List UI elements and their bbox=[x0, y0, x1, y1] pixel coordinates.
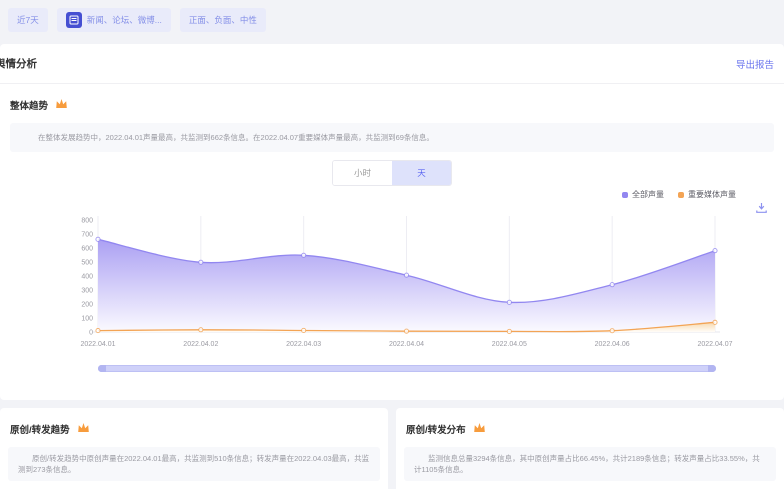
filter-chip-time-range[interactable]: 近7天 bbox=[8, 8, 48, 32]
legend-marker bbox=[622, 192, 628, 198]
filter-chip-sentiment-label: 正面、负面、中性 bbox=[189, 14, 257, 26]
crown-icon bbox=[77, 420, 90, 438]
origin-repost-distribution-title: 原创/转发分布 bbox=[406, 422, 466, 436]
origin-repost-trend-summary: 原创/转发趋势中原创声量在2022.04.01最高，共监测到510条信息；转发声… bbox=[8, 447, 380, 481]
datazoom-left-handle[interactable] bbox=[98, 365, 106, 372]
granularity-toggle: 小时 天 bbox=[332, 160, 452, 186]
svg-text:2022.04.01: 2022.04.01 bbox=[80, 341, 115, 348]
overall-trend-title-row: 整体趋势 bbox=[0, 84, 784, 114]
origin-repost-trend-card: 原创/转发趋势 原创/转发趋势中原创声量在2022.04.01最高，共监测到51… bbox=[0, 408, 388, 489]
svg-text:2022.04.05: 2022.04.05 bbox=[492, 341, 527, 348]
origin-repost-trend-title: 原创/转发趋势 bbox=[10, 422, 70, 436]
legend-item[interactable]: 重要媒体声量 bbox=[678, 189, 736, 200]
svg-text:600: 600 bbox=[81, 246, 93, 253]
crown-icon bbox=[473, 420, 486, 438]
legend-marker bbox=[678, 192, 684, 198]
crown-icon bbox=[55, 96, 68, 114]
overall-trend-summary: 在整体发展趋势中，2022.04.01声量最高，共监测到662条信息。在2022… bbox=[10, 123, 774, 152]
svg-text:800: 800 bbox=[81, 218, 93, 225]
svg-text:400: 400 bbox=[81, 274, 93, 281]
filter-chip-sentiment[interactable]: 正面、负面、中性 bbox=[180, 8, 266, 32]
svg-text:700: 700 bbox=[81, 232, 93, 239]
overall-trend-title: 整体趋势 bbox=[10, 98, 48, 112]
export-report-button[interactable]: 导出报告 bbox=[736, 57, 774, 71]
download-icon[interactable] bbox=[755, 201, 768, 213]
filter-chips-row: 近7天 新闻、论坛、微博... 正面、负面、中性 bbox=[8, 8, 266, 32]
chart-legend: 全部声量 重要媒体声量 bbox=[622, 189, 736, 200]
granularity-day-button[interactable]: 天 bbox=[392, 161, 451, 185]
svg-text:2022.04.06: 2022.04.06 bbox=[595, 341, 630, 348]
svg-text:200: 200 bbox=[81, 302, 93, 309]
trend-chart-area: 0 100 200 300 400 500 600 700 800 2022.04.01 2022.… bbox=[60, 204, 740, 356]
svg-text:100: 100 bbox=[81, 316, 93, 323]
svg-text:2022.04.02: 2022.04.02 bbox=[183, 341, 218, 348]
trend-chart: 0 100 200 300 400 500 600 700 800 2022.04.01 2022.… bbox=[60, 204, 740, 356]
svg-text:2022.04.07: 2022.04.07 bbox=[697, 341, 732, 348]
origin-repost-distribution-card: 原创/转发分布 监测信息总量3294条信息，其中原创声量占比66.45%，共计2… bbox=[396, 408, 784, 489]
legend-label: 全部声量 bbox=[632, 189, 664, 200]
svg-text:2022.04.03: 2022.04.03 bbox=[286, 341, 321, 348]
svg-text:300: 300 bbox=[81, 288, 93, 295]
svg-text:2022.04.04: 2022.04.04 bbox=[389, 341, 424, 348]
svg-text:0: 0 bbox=[89, 330, 93, 337]
archive-icon bbox=[66, 12, 82, 28]
granularity-hour-button[interactable]: 小时 bbox=[333, 161, 392, 185]
page-title: 舆情分析 bbox=[0, 56, 37, 71]
card-header: 舆情分析 导出报告 bbox=[0, 44, 784, 84]
datazoom-right-handle[interactable] bbox=[708, 365, 716, 372]
analysis-card: 舆情分析 导出报告 整体趋势 在整体发展趋势中，2022.04.01声量最高，共… bbox=[0, 44, 784, 400]
datazoom-slider[interactable] bbox=[98, 365, 716, 372]
legend-item[interactable]: 全部声量 bbox=[622, 189, 664, 200]
legend-label: 重要媒体声量 bbox=[688, 189, 736, 200]
filter-chip-sources[interactable]: 新闻、论坛、微博... bbox=[57, 8, 171, 32]
svg-text:500: 500 bbox=[81, 260, 93, 267]
origin-repost-distribution-summary: 监测信息总量3294条信息，其中原创声量占比66.45%，共计2189条信息；转… bbox=[404, 447, 776, 481]
filter-chip-sources-label: 新闻、论坛、微博... bbox=[87, 14, 162, 26]
filter-chip-time-range-label: 近7天 bbox=[17, 14, 39, 26]
